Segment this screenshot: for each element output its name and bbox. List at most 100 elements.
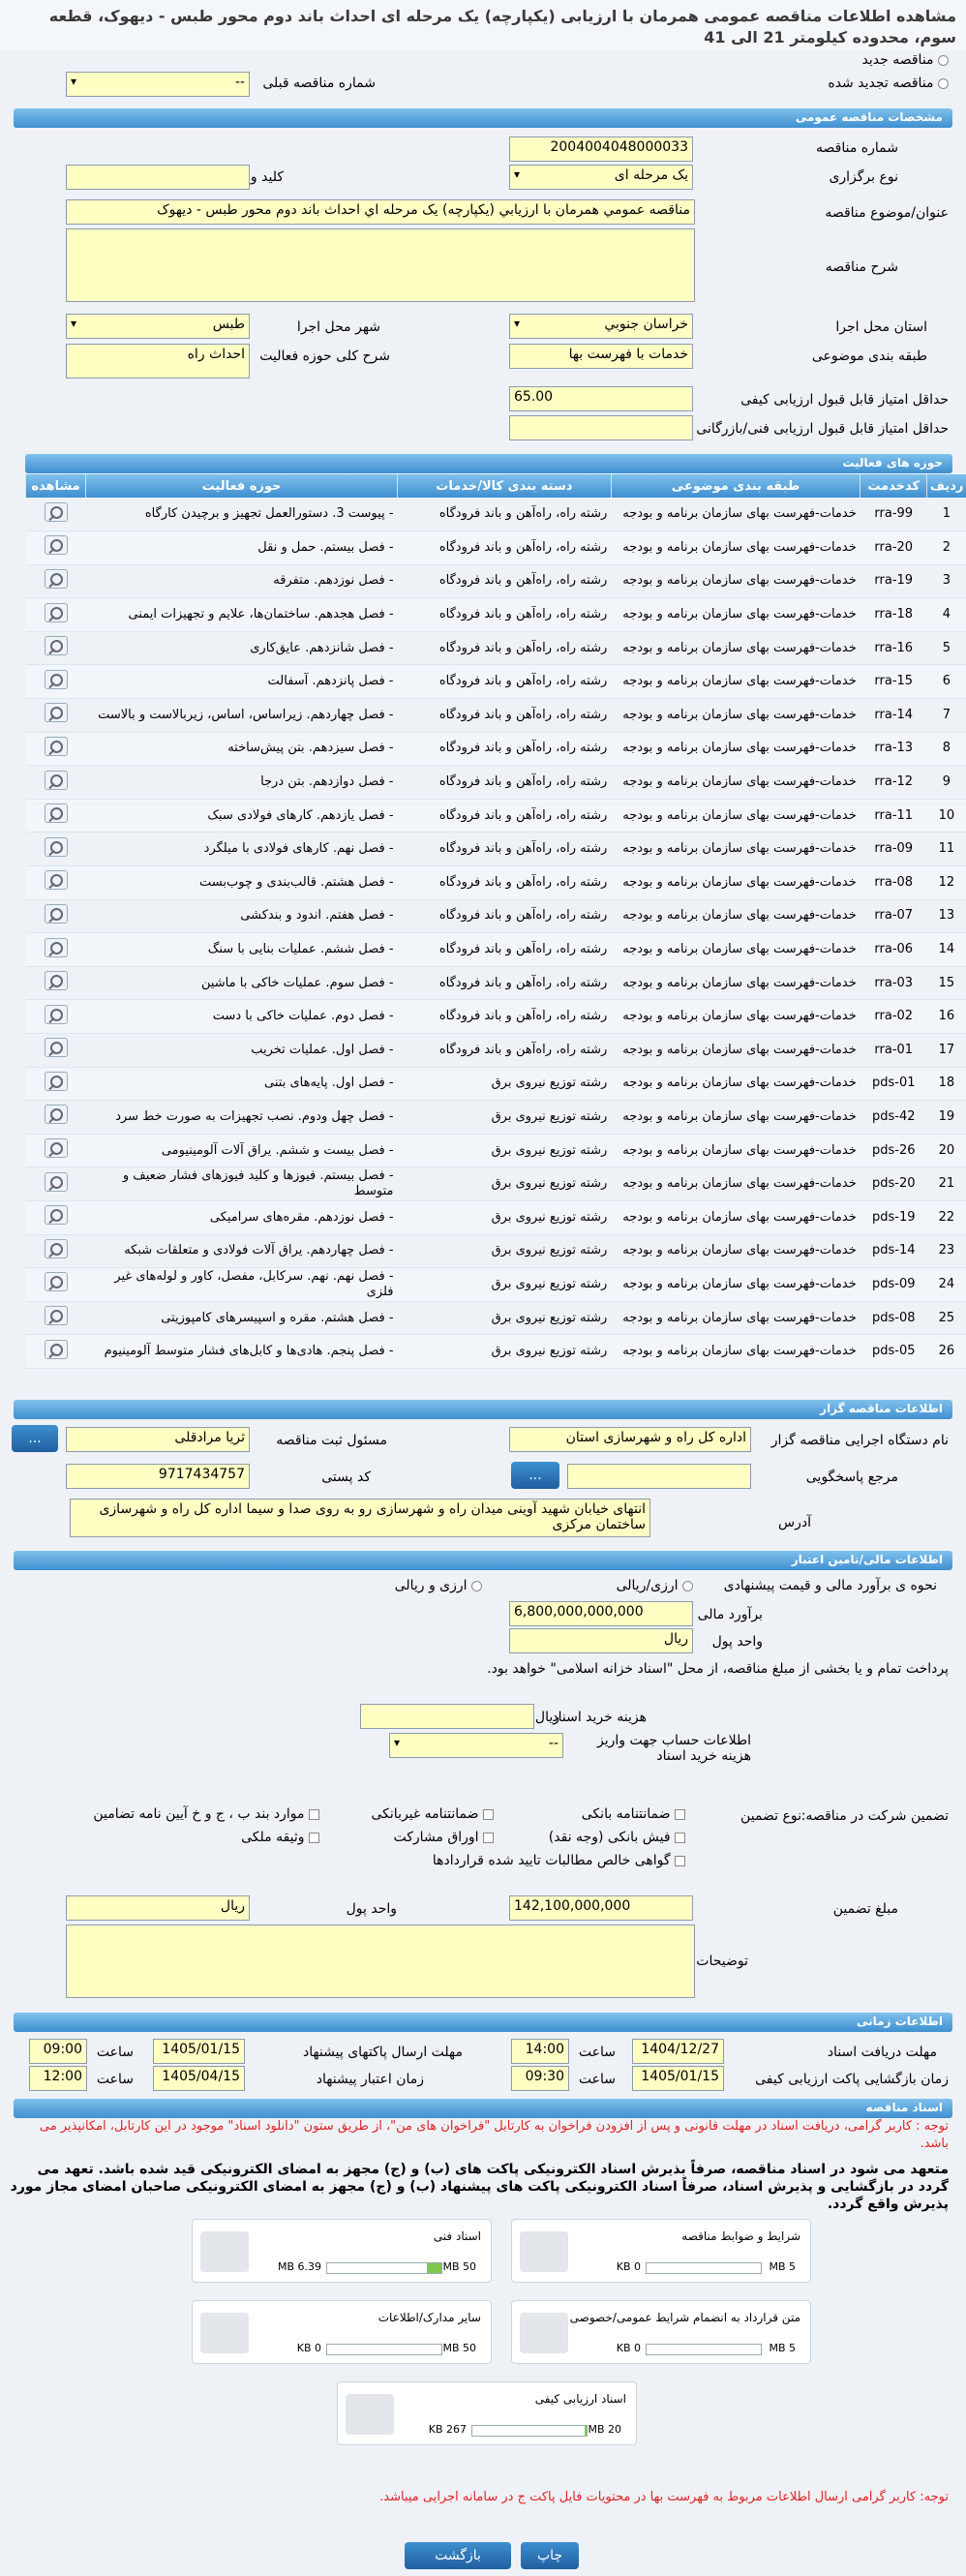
resp-label: مسئول ثبت مناقصه (276, 1433, 387, 1448)
magnifier-icon[interactable] (44, 770, 68, 790)
group: رشته راه، راه‌آهن و باند فرودگاه (397, 732, 612, 767)
g6-check[interactable]: وثیقه ملکی (241, 1830, 319, 1845)
timing-header: اطلاعات زمانی (14, 2013, 952, 2032)
docs-header: اسناد مناقصه (14, 2099, 952, 2118)
g4-check[interactable]: فیش بانکی (وجه نقد) (549, 1830, 685, 1845)
magnifier-icon[interactable] (44, 1071, 68, 1091)
group: رشته راه، راه‌آهن و باند فرودگاه (397, 564, 612, 599)
view-cell (25, 865, 86, 900)
g3-check[interactable]: موارد بند ب ، ج و خ آیین نامه تضامین (93, 1806, 319, 1822)
resp-more-button[interactable]: ... (12, 1425, 58, 1452)
province-select[interactable]: خراسان جنوبي (509, 314, 693, 339)
magnifier-icon[interactable] (44, 568, 68, 589)
magnifier-icon[interactable] (44, 1272, 68, 1292)
docs-warning-1: توجه : کاربر گرامی، دریافت اسناد در مهلت… (39, 2119, 949, 2151)
view-cell (25, 564, 86, 599)
view-cell (25, 799, 86, 833)
scope: - فصل دوازدهم. بتن درجا (85, 765, 398, 800)
scope: - فصل اول. پایه‌های بتنی (85, 1067, 398, 1102)
new-tender-radio[interactable]: مناقصه جدید (862, 52, 949, 68)
opt-rial-radio[interactable]: ارزی/ریالی (617, 1578, 693, 1593)
row-number: 7 (926, 698, 966, 733)
category: خدمات-فهرست بهای سازمان برنامه و بودجه (611, 1301, 860, 1336)
magnifier-icon[interactable] (44, 703, 68, 723)
opt-both-radio[interactable]: ارزی و ریالی (395, 1578, 482, 1593)
service-code: pds-14 (860, 1234, 927, 1269)
magnifier-icon[interactable] (44, 937, 68, 957)
back-button[interactable]: بازگشت (405, 2542, 511, 2569)
doc-box-4[interactable]: سایر مدارک/اطلاعات 50 MB 0 KB (192, 2300, 492, 2364)
category: خدمات-فهرست بهای سازمان برنامه و بودجه (611, 1267, 860, 1302)
magnifier-icon[interactable] (44, 1205, 68, 1226)
group: رشته راه، راه‌آهن و باند فرودگاه (397, 999, 612, 1034)
magnifier-icon[interactable] (44, 736, 68, 756)
row-number: 5 (926, 631, 966, 666)
view-cell (25, 1067, 86, 1102)
guar-type-label: نوع تضمین (740, 1808, 801, 1824)
service-code: rra-15 (860, 664, 927, 700)
organizer-header: اطلاعات مناقصه گزار (14, 1400, 952, 1419)
doc-box-2[interactable]: اسناد فنی 50 MB 6.39 MB (192, 2219, 492, 2283)
col-group: دسته بندی کالا/خدمات (397, 474, 612, 498)
keyword-field[interactable] (66, 165, 250, 190)
renewed-tender-radio[interactable]: مناقصه تجدید شده (828, 76, 949, 91)
print-button[interactable]: چاپ (521, 2542, 579, 2569)
doc-box-3[interactable]: متن قرارداد به انضمام شرایط عمومی/خصوصی … (511, 2300, 811, 2364)
magnifier-icon[interactable] (44, 1306, 68, 1326)
notes-field (66, 1924, 695, 1998)
category: خدمات-فهرست بهای سازمان برنامه و بودجه (611, 865, 860, 900)
magnifier-icon[interactable] (44, 870, 68, 891)
magnifier-icon[interactable] (44, 501, 68, 522)
magnifier-icon[interactable] (44, 602, 68, 622)
notes-label: توضیحات (696, 1954, 748, 1969)
magnifier-icon[interactable] (44, 803, 68, 824)
acct-select[interactable]: -- (389, 1733, 563, 1758)
city-select[interactable]: طبس (66, 314, 250, 339)
magnifier-icon[interactable] (44, 971, 68, 991)
table-row: 10 rra-11 خدمات-فهرست بهای سازمان برنامه و… (25, 799, 966, 833)
org-name-field: اداره کل راه و شهرسازی استان (509, 1427, 751, 1452)
doc-name: اسناد ارزیابی کیفی (534, 2392, 626, 2406)
group: رشته توزیع نیروی برق (397, 1067, 612, 1102)
magnifier-icon[interactable] (44, 1004, 68, 1024)
number-field: 2004004048000033 (509, 136, 693, 162)
group: رشته راه، راه‌آهن و باند فرودگاه (397, 765, 612, 800)
general-header: مشخصات مناقصه عمومی (14, 108, 952, 128)
scope: - فصل پنجم. هادی‌ها و کابل‌های فشار متوس… (85, 1334, 398, 1369)
magnifier-icon[interactable] (44, 1138, 68, 1159)
view-cell (25, 966, 86, 1001)
magnifier-icon[interactable] (44, 1339, 68, 1359)
row-number: 20 (926, 1134, 966, 1168)
type-select[interactable]: یک مرحله ای (509, 165, 693, 190)
magnifier-icon[interactable] (44, 669, 68, 689)
doc-box-1[interactable]: شرایط و ضوابط مناقصه 5 MB 0 KB (511, 2219, 811, 2283)
ref-more-button[interactable]: ... (511, 1462, 559, 1489)
scope: - فصل چهل ودوم. نصب تجهیزات به صورت خط س… (85, 1100, 398, 1135)
table-row: 25 pds-08 خدمات-فهرست بهای سازمان برنامه و… (25, 1301, 966, 1336)
magnifier-icon[interactable] (44, 1171, 68, 1192)
magnifier-icon[interactable] (44, 1105, 68, 1125)
g1-check[interactable]: ضمانتنامه بانکی (582, 1806, 685, 1822)
category: خدمات-فهرست بهای سازمان برنامه و بودجه (611, 1167, 860, 1201)
table-row: 18 pds-01 خدمات-فهرست بهای سازمان برنامه و… (25, 1067, 966, 1102)
doc-progress (326, 2344, 442, 2355)
magnifier-icon[interactable] (44, 535, 68, 556)
magnifier-icon[interactable] (44, 1038, 68, 1058)
magnifier-icon[interactable] (44, 1238, 68, 1258)
doc-box-5[interactable]: اسناد ارزیابی کیفی 20 MB 267 KB (337, 2381, 637, 2445)
service-code: pds-26 (860, 1134, 927, 1168)
g7-check[interactable]: گواهی خالص مطالبات تایید شده قراردادها (433, 1853, 685, 1868)
group: رشته راه، راه‌آهن و باند فرودگاه (397, 932, 612, 967)
magnifier-icon[interactable] (44, 836, 68, 857)
magnifier-icon[interactable] (44, 636, 68, 656)
magnifier-icon[interactable] (44, 903, 68, 924)
tech-field (509, 415, 693, 440)
row-number: 19 (926, 1100, 966, 1135)
g5-check[interactable]: اوراق مشارکت (394, 1830, 494, 1845)
view-cell (25, 765, 86, 800)
prev-number-select[interactable]: -- (66, 72, 250, 97)
g2-check[interactable]: ضمانتنامه غیربانکی (372, 1806, 494, 1822)
service-code: rra-08 (860, 865, 927, 900)
view-cell (25, 631, 86, 666)
group: رشته توزیع نیروی برق (397, 1100, 612, 1135)
